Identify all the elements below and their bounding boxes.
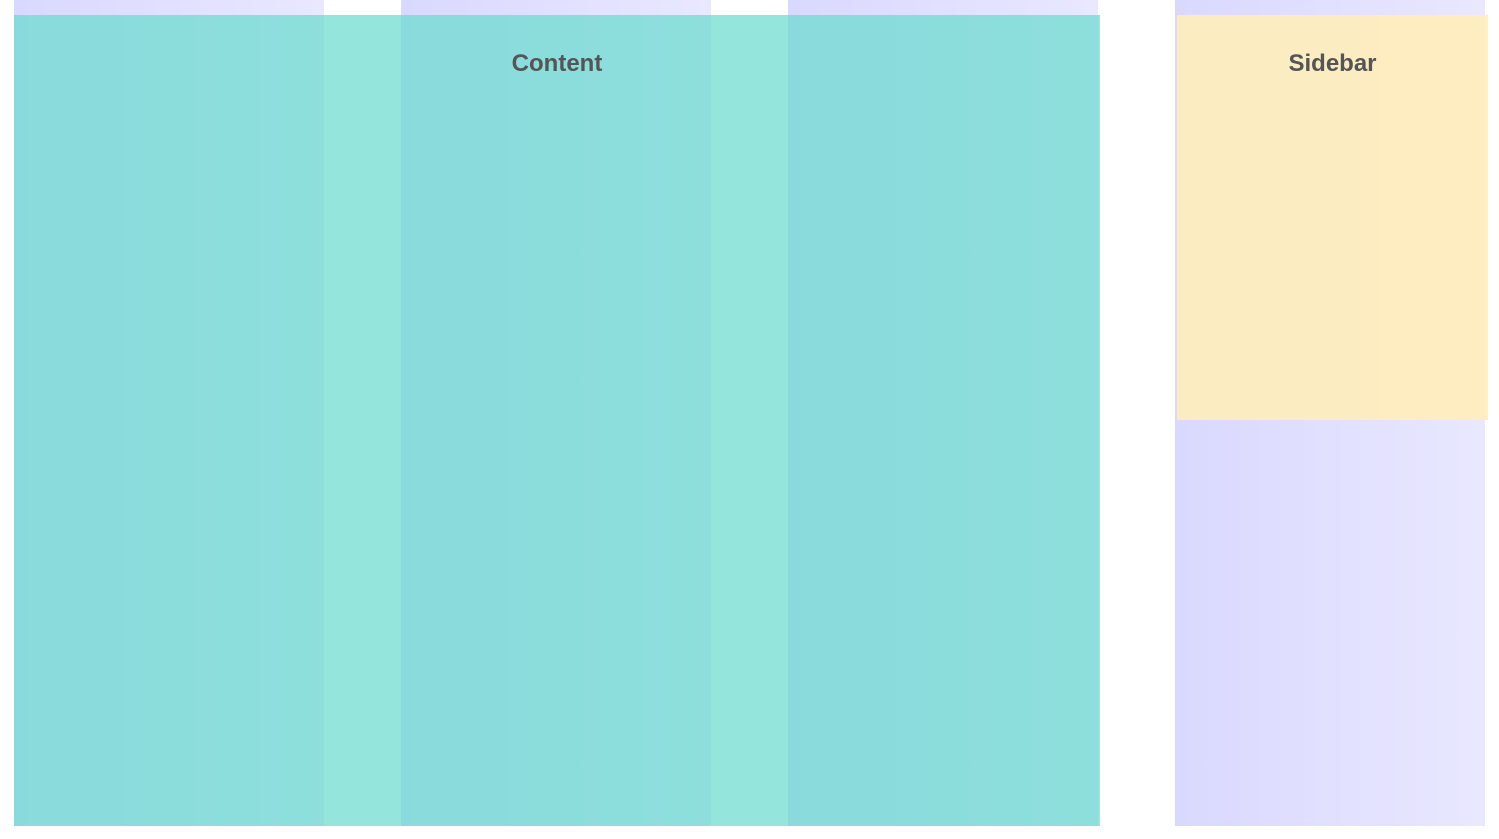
sidebar-heading: Sidebar [1288,50,1377,77]
sidebar-area: Sidebar [1177,15,1488,420]
content-area: Content [14,15,1100,826]
bottom-margin [0,826,1499,839]
layout-demo-page: Content Sidebar [0,0,1499,839]
content-heading: Content [511,50,603,77]
